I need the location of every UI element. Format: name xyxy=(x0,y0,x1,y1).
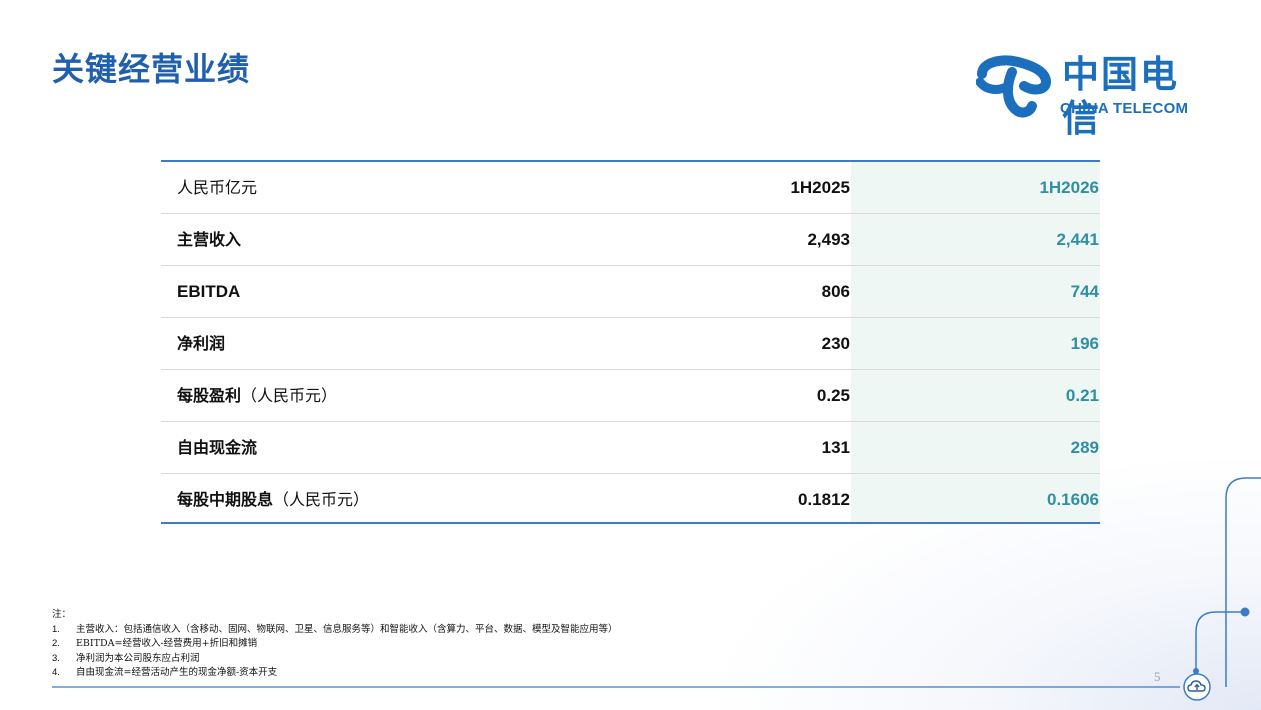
page-number: 5 xyxy=(1154,669,1161,684)
decorative-lines xyxy=(52,477,1261,688)
cloud-upload-icon xyxy=(1183,673,1211,701)
